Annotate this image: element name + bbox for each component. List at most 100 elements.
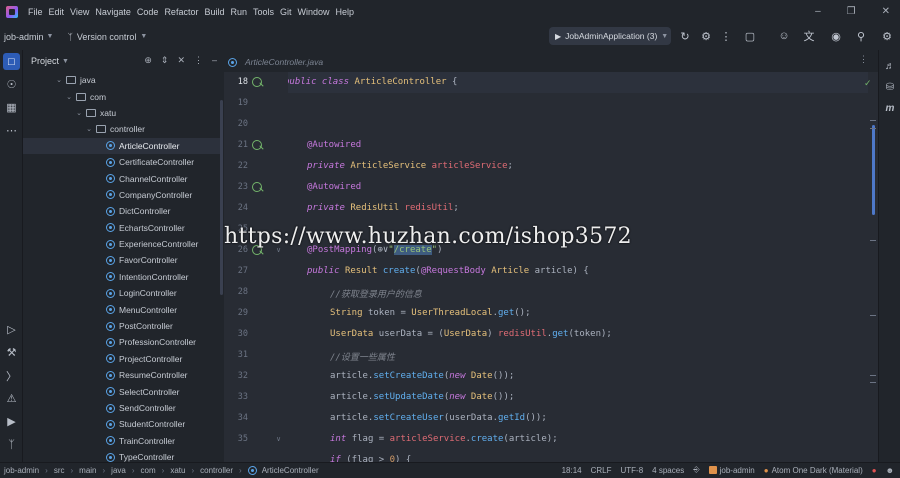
stop-icon[interactable]: ▢ [742,28,758,44]
terminal-tool-icon[interactable]: 〉 [3,367,20,384]
tree-class-item[interactable]: TrainController [23,433,223,449]
minimize-icon[interactable]: – [815,6,821,17]
account-icon[interactable]: ☺ [776,28,792,44]
tree-class-item[interactable]: ProfessionController [23,334,223,350]
breadcrumb-item[interactable]: controller [200,466,233,475]
endpoint-gutter-icon[interactable] [252,245,262,255]
translate-icon[interactable]: 文 [801,28,817,44]
expand-arrow-icon[interactable]: ⌄ [65,93,73,101]
rerun-icon[interactable]: ↻ [677,28,693,44]
tree-folder-item[interactable]: ⌄ controller [23,121,223,137]
breadcrumb-item[interactable]: ArticleController [262,466,319,475]
expand-arrow-icon[interactable]: ⌄ [55,76,63,84]
run-tool-icon[interactable]: ▶ [3,413,20,430]
tab-options-icon[interactable]: ⋮ [859,54,868,65]
locate-icon[interactable]: ⊕ [144,55,152,66]
tree-class-item[interactable]: DictController [23,203,223,219]
breadcrumb-item[interactable]: com [141,466,156,475]
project-tool-icon[interactable]: □ [3,53,20,70]
chevron-down-icon[interactable]: ▼ [62,58,69,65]
collapse-all-icon[interactable]: ✕ [177,55,185,66]
problems-tool-icon[interactable]: ⚠ [3,390,20,407]
menu-run[interactable]: Run [230,7,247,17]
tree-class-item[interactable]: ProjectController [23,351,223,367]
settings-icon[interactable]: ⚙ [879,28,895,44]
tree-class-item[interactable]: StudentController [23,416,223,432]
tree-class-item[interactable]: FavorController [23,252,223,268]
bean-gutter-icon[interactable] [252,77,262,87]
restore-icon[interactable]: ❐ [847,6,856,17]
error-indicator-icon[interactable]: ● [872,466,877,475]
search-icon[interactable]: ⚲ [853,28,869,44]
menu-window[interactable]: Window [298,7,330,17]
breadcrumb-item[interactable]: job-admin [4,466,39,475]
file-encoding[interactable]: UTF-8 [621,466,644,475]
debug-icon[interactable]: ⚙ [698,28,714,44]
menu-view[interactable]: View [70,7,89,17]
maven-icon[interactable]: m [882,100,898,116]
line-separator[interactable]: CRLF [591,466,612,475]
tree-folder-item[interactable]: ⌄ com [23,88,223,104]
services-tool-icon[interactable]: ▷ [3,321,20,338]
tree-class-item[interactable]: ExperienceController [23,236,223,252]
lock-icon[interactable]: ⎆ [693,465,699,475]
tree-folder-item[interactable]: ⌄ java [23,72,223,88]
menu-navigate[interactable]: Navigate [95,7,131,17]
caret-position[interactable]: 18:14 [562,466,582,475]
build-tool-icon[interactable]: ⚒ [3,344,20,361]
expand-all-icon[interactable]: ⇕ [161,55,169,66]
tree-class-item[interactable]: SelectController [23,383,223,399]
event-icon[interactable]: ☻ [886,466,894,475]
code-area[interactable]: public class ArticleController { @Autowi… [288,72,868,462]
menu-refactor[interactable]: Refactor [164,7,198,17]
breadcrumb-item[interactable]: xatu [170,466,185,475]
tree-class-item[interactable]: CertificateController [23,154,223,170]
version-control-widget[interactable]: ᛉ Version control ▼ [67,32,147,42]
tree-class-item[interactable]: ResumeController [23,367,223,383]
breadcrumb-item[interactable]: src [54,466,65,475]
options-icon[interactable]: ⋮ [194,55,203,66]
more-actions-icon[interactable]: ⋮ [718,28,734,44]
inspection-ok-icon[interactable]: ✓ [864,78,872,89]
expand-arrow-icon[interactable]: ⌄ [75,109,83,117]
bean-gutter-icon[interactable] [252,182,262,192]
project-scrollbar[interactable] [220,100,223,295]
editor-scrollbar[interactable] [872,125,875,215]
menu-edit[interactable]: Edit [49,7,65,17]
project-switcher[interactable]: job-admin ▼ [4,32,53,42]
tree-class-item[interactable]: IntentionController [23,269,223,285]
hide-panel-icon[interactable]: – [212,55,217,66]
tree-class-item[interactable]: EchartsController [23,220,223,236]
menu-tools[interactable]: Tools [253,7,274,17]
tree-class-item[interactable]: PostController [23,318,223,334]
commit-tool-icon[interactable]: ☉ [3,76,20,93]
tab-article-controller[interactable]: ArticleController.java [228,54,323,70]
tree-class-item[interactable]: TypeController [23,449,223,462]
fold-icon[interactable]: ∨ [276,435,281,443]
expand-arrow-icon[interactable]: ⌄ [85,125,93,133]
module-badge[interactable]: job-admin [708,466,755,475]
git-tool-icon[interactable]: ᛉ [3,436,20,453]
tree-class-item[interactable]: CompanyController [23,187,223,203]
project-panel-title[interactable]: Project [31,56,59,66]
structure-tool-icon[interactable]: ▦ [3,99,20,116]
menu-file[interactable]: File [28,7,43,17]
tree-class-item[interactable]: ArticleController [23,137,223,154]
tree-class-item[interactable]: ChannelController [23,170,223,186]
tree-folder-item[interactable]: ⌄ xatu [23,105,223,121]
menu-code[interactable]: Code [137,7,159,17]
tree-class-item[interactable]: LoginController [23,285,223,301]
menu-git[interactable]: Git [280,7,292,17]
indent-setting[interactable]: 4 spaces [652,466,684,475]
close-icon[interactable]: ✕ [882,6,890,17]
breadcrumb-item[interactable]: main [79,466,96,475]
breadcrumb-item[interactable]: java [111,466,126,475]
more-tools-icon[interactable]: ⋯ [3,122,20,139]
fold-icon[interactable]: ∨ [276,246,281,254]
menu-help[interactable]: Help [336,7,355,17]
ai-assistant-icon[interactable]: ◉ [828,28,844,44]
tree-class-item[interactable]: MenuController [23,301,223,317]
theme-indicator[interactable]: ● Atom One Dark (Material) [764,466,863,475]
notifications-icon[interactable]: ♬ [882,58,898,74]
tree-class-item[interactable]: SendController [23,400,223,416]
